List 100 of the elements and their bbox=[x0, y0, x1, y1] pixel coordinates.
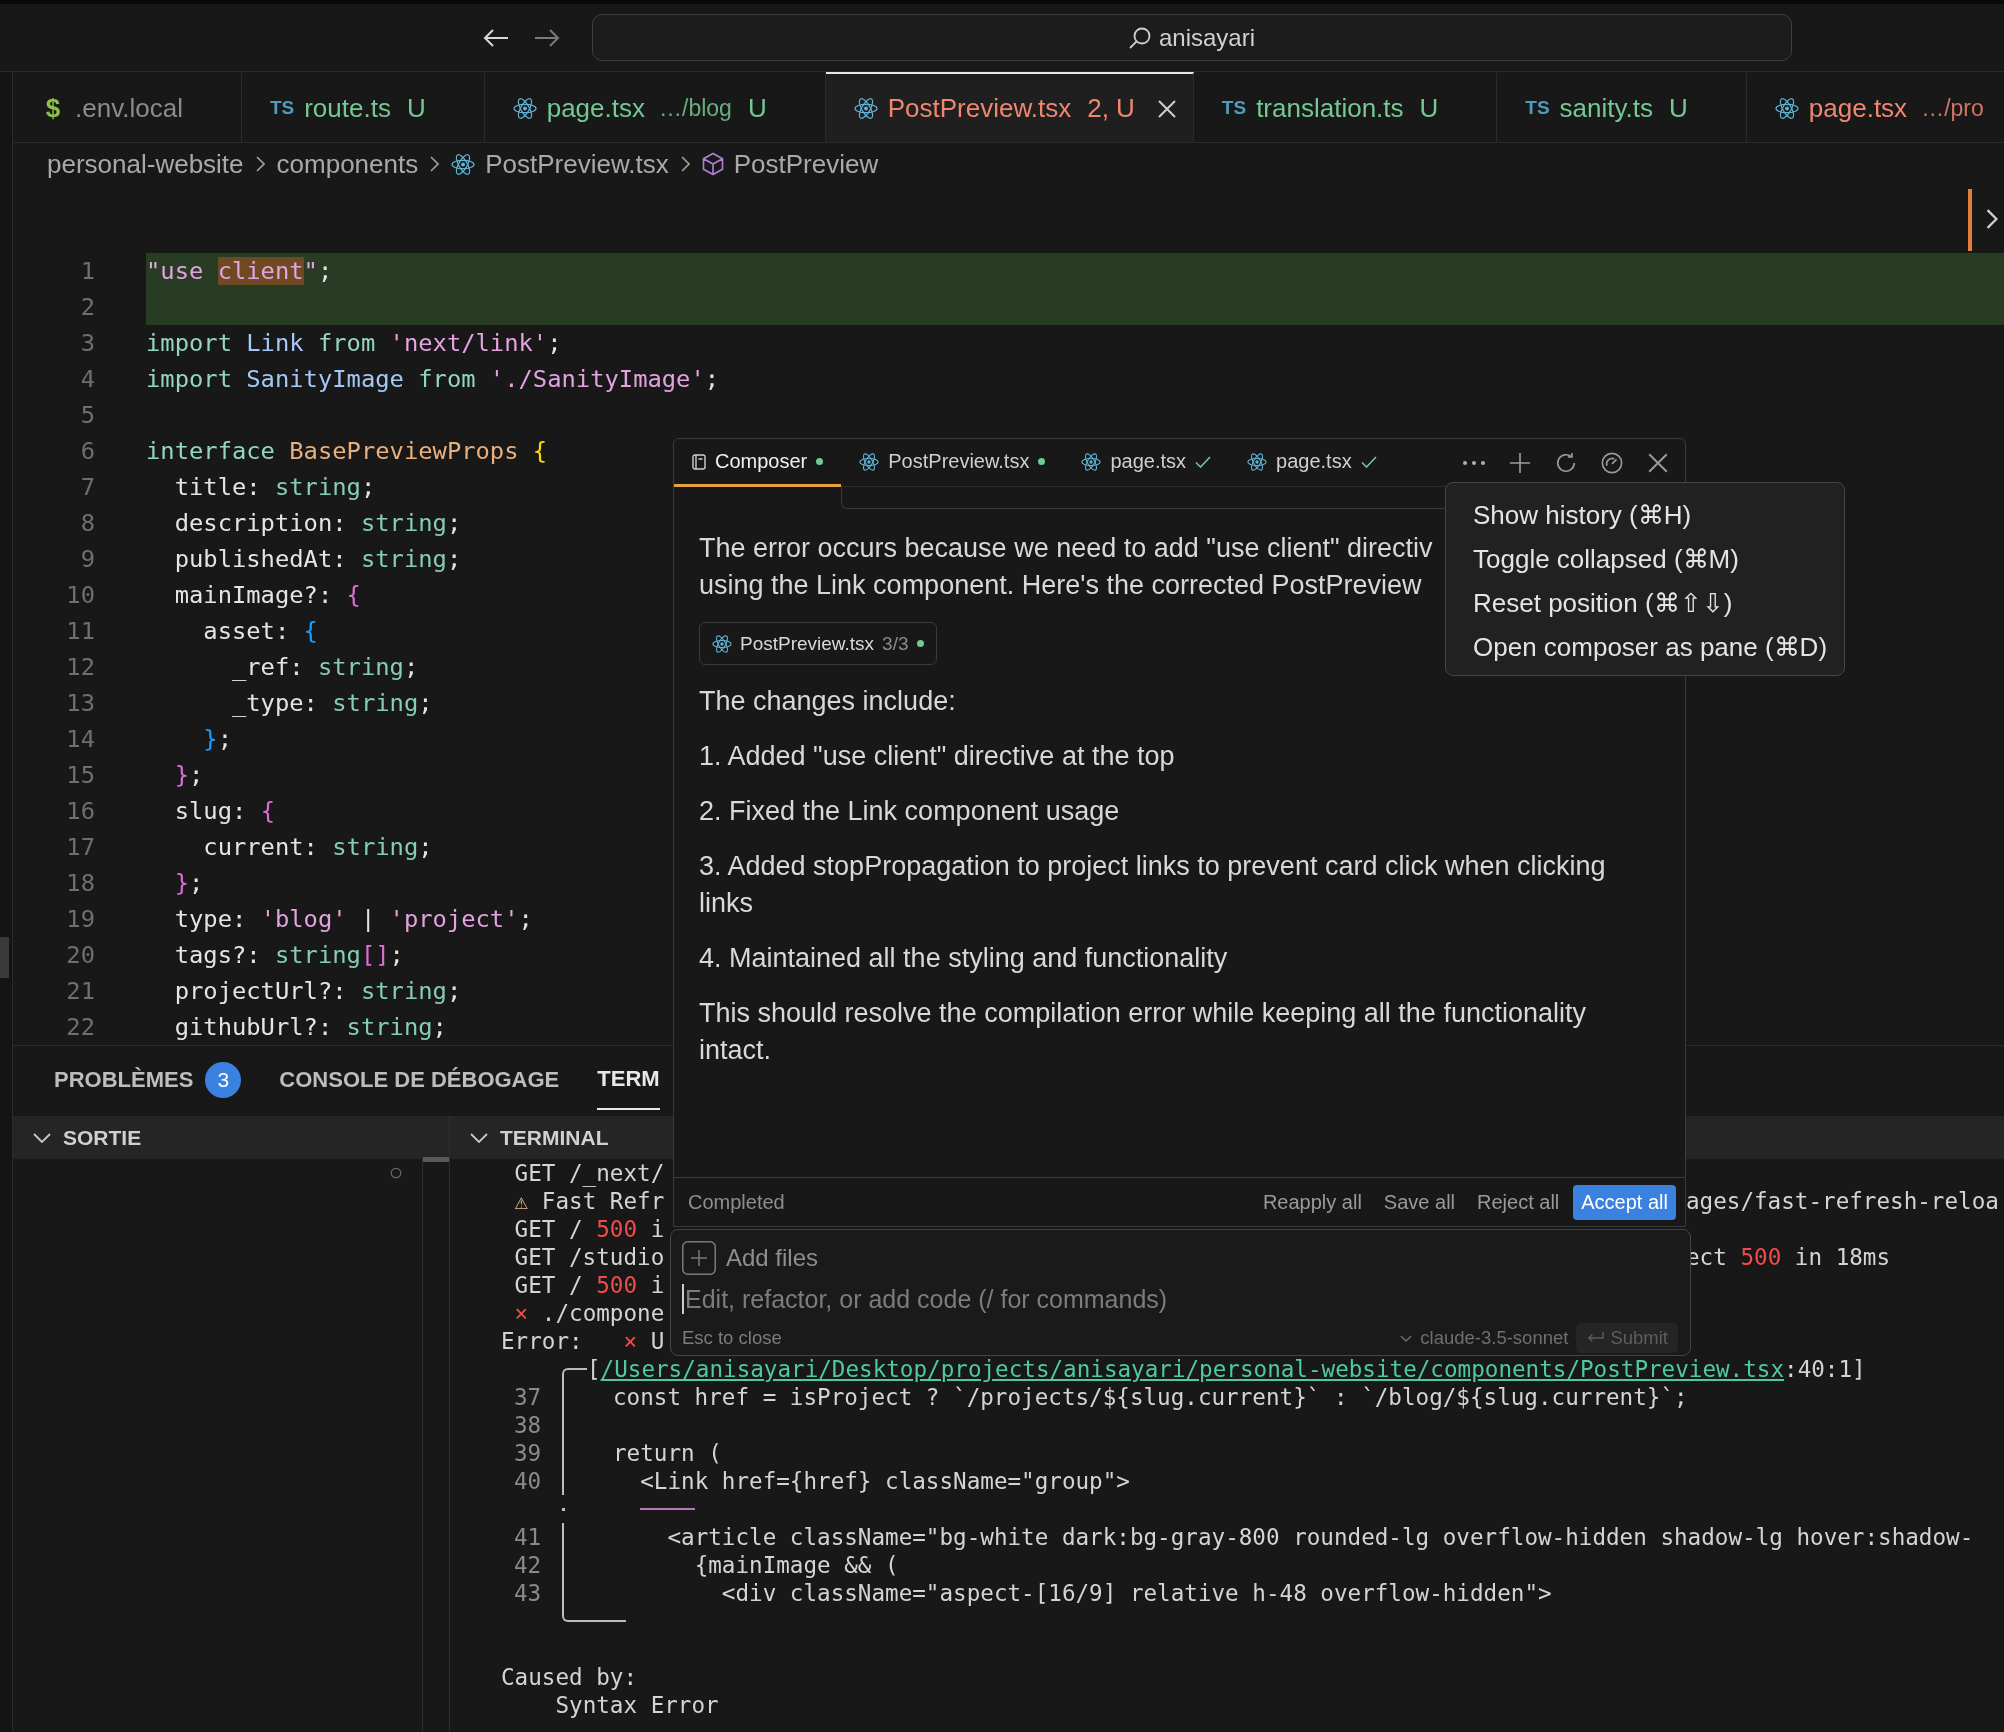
search-field[interactable]: anisayari bbox=[592, 14, 1792, 61]
action-button[interactable]: Accept all bbox=[1573, 1184, 1676, 1220]
breadcrumb-item[interactable]: components bbox=[276, 148, 419, 180]
circle-icon bbox=[390, 1167, 402, 1179]
atom-icon bbox=[451, 153, 476, 175]
terminal-text: × ./compone bbox=[514, 1300, 665, 1326]
code-line: interface BasePreviewProps { bbox=[146, 437, 548, 465]
sash-handle[interactable] bbox=[0, 937, 9, 978]
code-line: }; bbox=[174, 869, 204, 897]
add-files-button[interactable]: Add files bbox=[682, 1241, 819, 1275]
atom-icon bbox=[512, 97, 537, 119]
close-icon[interactable] bbox=[1647, 451, 1669, 474]
editor-tab[interactable]: TS translation.ts U bbox=[1193, 72, 1498, 142]
atom-icon bbox=[1774, 97, 1799, 119]
dollar-sign-icon: $ bbox=[41, 92, 65, 124]
line-number: 7 bbox=[80, 473, 95, 501]
line-number: 15 bbox=[66, 761, 95, 789]
line-number: 13 bbox=[66, 689, 95, 717]
arrow-left-icon[interactable] bbox=[483, 27, 509, 48]
code-line: projectUrl?: string; bbox=[174, 977, 462, 1005]
line-number: 6 bbox=[80, 437, 95, 465]
file-chip[interactable]: PostPreview.tsx 3/3 bbox=[699, 622, 937, 665]
scrollbar-thumb[interactable] bbox=[423, 1157, 449, 1162]
plus-icon[interactable] bbox=[1509, 451, 1531, 474]
search-icon bbox=[1128, 26, 1151, 49]
cube-icon bbox=[701, 152, 724, 176]
atom-icon bbox=[859, 452, 880, 471]
terminal-text: ages/fast-refresh-reloa bbox=[1686, 1188, 1999, 1214]
code-line: type: 'blog' | 'project'; bbox=[174, 905, 533, 933]
atom-icon bbox=[712, 634, 732, 653]
code-line: githubUrl?: string; bbox=[174, 1013, 447, 1041]
panel-tab[interactable]: CONSOLE DE DÉBOGAGE bbox=[279, 1046, 560, 1116]
file-path-link[interactable]: /Users/anisayari/Desktop/projects/anisayari/personal-website/components/PostPreview.tsx bbox=[600, 1356, 1785, 1382]
editor-tab[interactable]: page.tsx …/blog U bbox=[484, 72, 826, 142]
list-item-text: 4. Maintained all the styling and functionality bbox=[699, 942, 1229, 975]
line-number: 19 bbox=[66, 905, 95, 933]
code-line: "use client"; bbox=[146, 257, 333, 285]
composer-tab[interactable]: page.tsx bbox=[1063, 439, 1230, 487]
panel-tab[interactable]: PROBLÈMES 3 bbox=[54, 1046, 242, 1116]
terminal-text: GET / 500 i bbox=[514, 1216, 665, 1242]
line-number: 16 bbox=[66, 797, 95, 825]
change-marker bbox=[1968, 189, 1972, 251]
code-line: <article className="bg-white dark:bg-gray-800 rounded-lg overflow-hidden shadow-lg hover:shadow- bbox=[667, 1523, 1974, 1551]
error-location: [/Users/anisayari/Desktop/projects/anisayari/personal-website/components/PostPreview.tsx:40:1] bbox=[587, 1355, 1866, 1383]
editor-tab[interactable]: TS route.ts U bbox=[241, 72, 485, 142]
menu-item[interactable]: Toggle collapsed (⌘M) bbox=[1446, 537, 1739, 581]
code-line: slug: { bbox=[174, 797, 275, 825]
list-item-text: 1. Added "use client" directive at the top bbox=[699, 740, 1176, 773]
editor-tab[interactable]: page.tsx …/pro bbox=[1746, 72, 2004, 142]
line-number: 1 bbox=[80, 257, 95, 285]
menu-item[interactable]: Reset position (⌘⇧⇩) bbox=[1446, 581, 1733, 625]
composer-tab[interactable]: Composer bbox=[674, 439, 842, 487]
line-number: 9 bbox=[80, 545, 95, 573]
code-line: }; bbox=[174, 761, 204, 789]
line-number: 12 bbox=[66, 653, 95, 681]
action-button[interactable]: Reject all bbox=[1469, 1186, 1568, 1218]
composer-tab[interactable]: page.tsx bbox=[1229, 439, 1395, 487]
chevron-right-icon bbox=[430, 156, 440, 172]
editor-tab[interactable]: $ .env.local bbox=[13, 72, 242, 142]
chevron-right-icon[interactable] bbox=[1986, 209, 1998, 229]
code-line: {mainImage && ( bbox=[694, 1551, 899, 1579]
terminal-text: GET / 500 i bbox=[514, 1272, 665, 1298]
line-number: 41 bbox=[514, 1524, 542, 1550]
atom-icon bbox=[1081, 452, 1102, 471]
line-number: 3 bbox=[80, 329, 95, 357]
line-number: 39 bbox=[514, 1440, 542, 1466]
code-line: return ( bbox=[613, 1439, 722, 1467]
code-line: <Link href={href} className="group"> bbox=[640, 1467, 1130, 1495]
line-number: 18 bbox=[66, 869, 95, 897]
close-icon[interactable] bbox=[1156, 98, 1177, 119]
section-header[interactable]: SORTIE bbox=[13, 1116, 449, 1159]
menu-item[interactable]: Show history (⌘H) bbox=[1446, 493, 1692, 537]
terminal-text: GET /_next/ bbox=[514, 1160, 665, 1186]
breadcrumb-item[interactable]: personal-website bbox=[47, 148, 244, 180]
composer-tab[interactable]: PostPreview.tsx bbox=[841, 439, 1064, 487]
line-number: 43 bbox=[514, 1580, 542, 1606]
breadcrumb-item[interactable]: PostPreview bbox=[733, 148, 879, 180]
line-number: 20 bbox=[66, 941, 95, 969]
line-number: 42 bbox=[514, 1552, 542, 1578]
line-number: 37 bbox=[514, 1384, 542, 1410]
more-icon[interactable] bbox=[1463, 460, 1485, 465]
prompt-field[interactable]: Add files Edit, refactor, or add code (/ for commands) Esc to close claude-3.5-sonnet Submit bbox=[670, 1229, 1691, 1356]
action-button[interactable]: Reapply all bbox=[1254, 1186, 1370, 1218]
chevron-right-icon bbox=[255, 156, 265, 172]
refresh-icon[interactable] bbox=[1555, 451, 1577, 474]
code-line: }; bbox=[203, 725, 232, 753]
line-number: 10 bbox=[66, 581, 95, 609]
line-number: 22 bbox=[66, 1013, 95, 1041]
line-number: 8 bbox=[80, 509, 95, 537]
action-button[interactable]: Save all bbox=[1375, 1186, 1463, 1218]
return-icon bbox=[1586, 1331, 1605, 1345]
panel-tab[interactable]: TERM bbox=[597, 1050, 660, 1110]
editor-tab[interactable]: PostPreview.tsx 2, U bbox=[825, 72, 1194, 142]
code-line: const href = isProject ? `/projects/${slug.current}` : `/blog/${slug.current}`; bbox=[613, 1383, 1688, 1411]
terminal-text: Caused by: bbox=[501, 1663, 638, 1691]
gauge-icon[interactable] bbox=[1601, 451, 1623, 474]
line-number: 40 bbox=[514, 1468, 542, 1494]
menu-item[interactable]: Open composer as pane (⌘D) bbox=[1446, 625, 1828, 669]
breadcrumb-item[interactable]: PostPreview.tsx bbox=[485, 148, 669, 180]
editor-tab[interactable]: TS sanity.ts U bbox=[1497, 72, 1747, 142]
